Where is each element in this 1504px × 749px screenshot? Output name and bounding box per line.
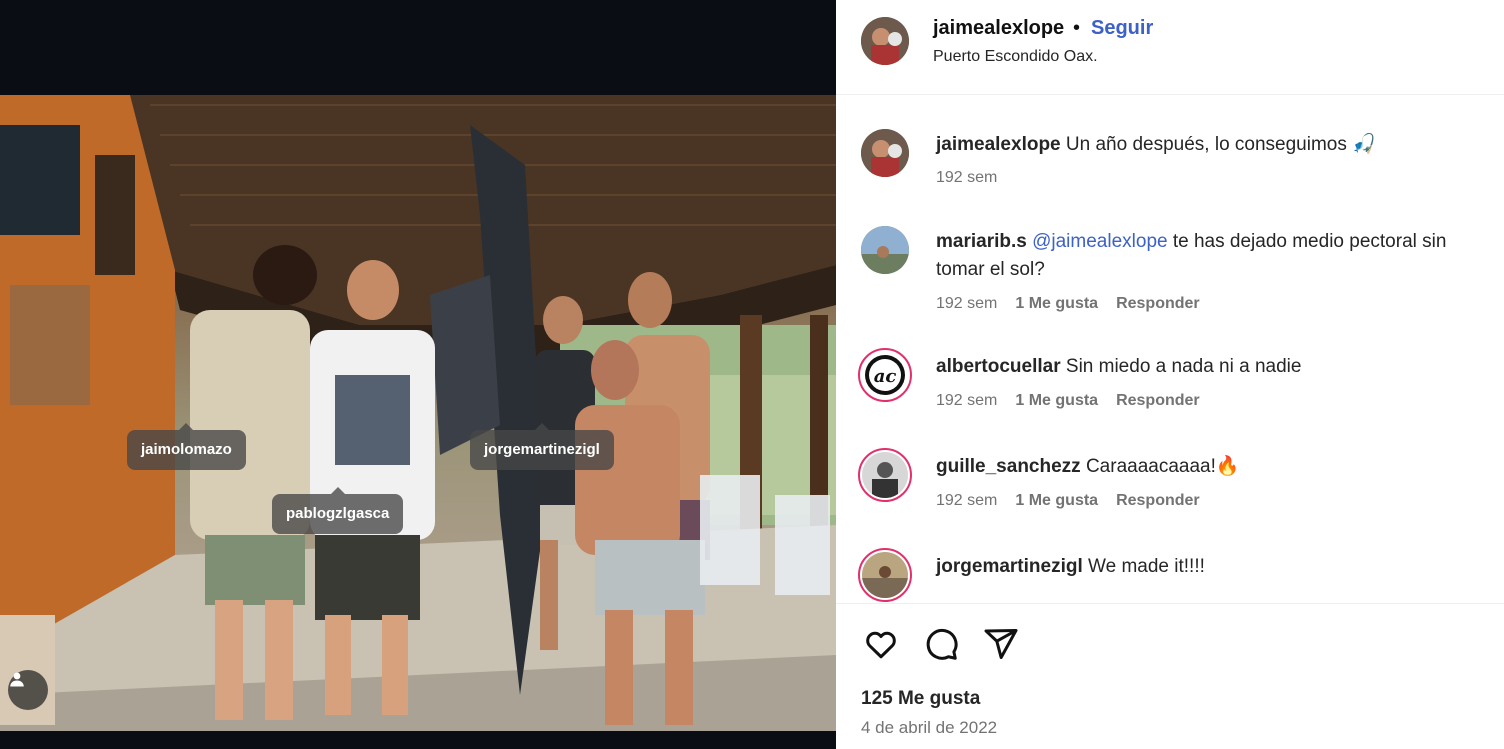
comment-body: Un año después, lo conseguimos <box>1065 134 1347 155</box>
comment-meta: 192 sem <box>936 169 1015 187</box>
comment-time[interactable]: 192 sem <box>936 492 997 510</box>
heart-icon <box>863 626 899 667</box>
comment-body: Caraaaacaaaa! <box>1085 456 1216 477</box>
comment-emoji: 🔥 <box>1215 456 1240 477</box>
comments-list: jaimealexlope Un año después, lo consegu… <box>836 96 1504 603</box>
avatar[interactable] <box>861 226 909 274</box>
comment-text: jorgemartinezigl We made it!!!! <box>936 553 1496 581</box>
comment-username[interactable]: albertocuellar <box>936 356 1061 377</box>
comment-emoji: 🎣 <box>1352 134 1376 155</box>
comment-username[interactable]: mariarib.s <box>936 231 1027 252</box>
comment-text: guille_sanchezz Caraaaacaaaa!🔥 <box>936 453 1496 481</box>
avatar[interactable] <box>861 129 909 177</box>
reply-button[interactable]: Responder <box>1116 492 1200 510</box>
post-date: 4 de abril de 2022 <box>861 718 998 737</box>
post-footer: 125 Me gusta 4 de abril de 2022 <box>836 603 1504 749</box>
comment-text: mariarib.s @jaimealexlope te has dejado … <box>936 228 1496 284</box>
comment-username[interactable]: jorgemartinezigl <box>936 556 1083 577</box>
comment-mention[interactable]: @jaimealexlope <box>1032 231 1167 252</box>
comment-time[interactable]: 192 sem <box>936 392 997 410</box>
comment-likes[interactable]: 1 Me gusta <box>1015 392 1098 410</box>
comment-meta: 192 sem 1 Me gusta Responder <box>936 295 1218 313</box>
follow-button[interactable]: Seguir <box>1091 17 1153 40</box>
tagged-users-button[interactable] <box>8 670 48 710</box>
svg-text:ac: ac <box>874 366 897 387</box>
post-photo[interactable]: jaimolomazo pablogzlgasca jorgemartinezi… <box>0 95 836 731</box>
comment-likes[interactable]: 1 Me gusta <box>1015 492 1098 510</box>
photo-tag[interactable]: jaimolomazo <box>127 423 246 470</box>
action-bar <box>861 626 1021 666</box>
reply-button[interactable]: Responder <box>1116 392 1200 410</box>
avatar[interactable]: ac <box>858 348 912 402</box>
comment-likes[interactable]: 1 Me gusta <box>1015 295 1098 313</box>
avatar[interactable] <box>858 548 912 602</box>
photo-panel: jaimolomazo pablogzlgasca jorgemartinezi… <box>0 0 836 749</box>
post-location[interactable]: Puerto Escondido Oax. <box>933 48 1098 66</box>
post-details-panel: jaimealexlope • Seguir Puerto Escondido … <box>836 0 1504 749</box>
avatar[interactable] <box>858 448 912 502</box>
comment-username[interactable]: jaimealexlope <box>936 134 1061 155</box>
comment-icon <box>923 626 959 667</box>
separator: • <box>1073 17 1081 39</box>
post-viewer: jaimolomazo pablogzlgasca jorgemartinezi… <box>0 0 1504 749</box>
likes-count[interactable]: 125 Me gusta <box>861 688 980 710</box>
comment-meta: 192 sem 1 Me gusta Responder <box>936 392 1218 410</box>
comment-body: Sin miedo a nada ni a nadie <box>1065 356 1302 377</box>
share-button[interactable] <box>981 626 1021 666</box>
comment-time[interactable]: 192 sem <box>936 295 997 313</box>
photo-illustration <box>0 95 836 731</box>
comment-text: jaimealexlope Un año después, lo consegu… <box>936 131 1496 159</box>
share-icon <box>983 626 1019 667</box>
like-button[interactable] <box>861 626 901 666</box>
comment-text: albertocuellar Sin miedo a nada ni a nad… <box>936 353 1496 381</box>
photo-tag[interactable]: pablogzlgasca <box>272 487 404 534</box>
comment-time[interactable]: 192 sem <box>936 169 997 187</box>
comment-meta: 192 sem 1 Me gusta Responder <box>936 492 1218 510</box>
reply-button[interactable]: Responder <box>1116 295 1200 313</box>
photo-tag[interactable]: jorgemartinezigl <box>470 423 614 470</box>
comment-username[interactable]: guille_sanchezz <box>936 456 1081 477</box>
avatar[interactable] <box>861 17 909 65</box>
author-username[interactable]: jaimealexlope <box>933 17 1064 40</box>
post-header: jaimealexlope • Seguir Puerto Escondido … <box>836 0 1504 95</box>
comment-body: We made it!!!! <box>1088 556 1205 577</box>
comment-button[interactable] <box>921 626 961 666</box>
